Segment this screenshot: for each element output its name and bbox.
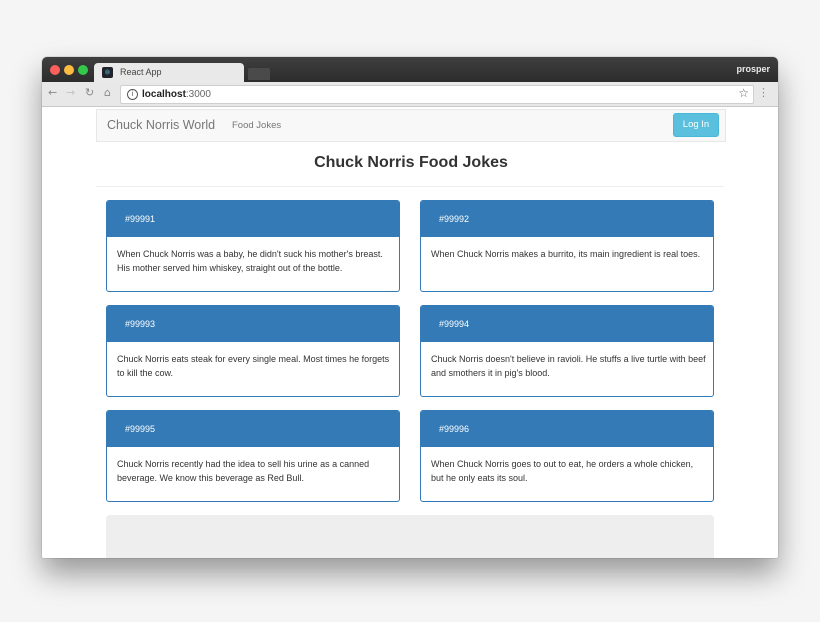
navbar-brand[interactable]: Chuck Norris World [107,118,215,132]
page-title: Chuck Norris Food Jokes [314,154,508,171]
joke-card: #99991 When Chuck Norris was a baby, he … [106,200,400,292]
url-text[interactable]: localhost:3000 [142,89,211,100]
joke-card-header: #99994 [421,306,713,342]
joke-text: When Chuck Norris goes to out to eat, he… [431,459,694,483]
tab-title: React App [120,67,162,77]
home-icon[interactable]: ⌂ [104,86,111,99]
maximize-window-button[interactable] [78,65,88,75]
joke-card: #99996 When Chuck Norris goes to out to … [420,410,714,502]
joke-text: Chuck Norris eats steak for every single… [117,354,390,378]
joke-text: Chuck Norris recently had the idea to se… [117,459,370,483]
close-window-button[interactable] [50,65,60,75]
joke-card-header: #99991 [107,201,399,237]
browser-window: ⚛ React App prosper ← → ↻ ⌂ i localhost:… [42,57,778,558]
info-icon[interactable]: i [127,89,138,100]
title-bar: ⚛ React App prosper [42,57,778,82]
joke-card: #99994 Chuck Norris doesn't believe in r… [420,305,714,397]
new-tab-button[interactable] [248,68,270,80]
star-icon[interactable]: ☆ [738,86,749,100]
joke-card-header: #99993 [107,306,399,342]
joke-id: #99996 [439,424,470,434]
forward-arrow-icon[interactable]: → [66,86,75,99]
joke-card: #99992 When Chuck Norris makes a burrito… [420,200,714,292]
browser-toolbar: ← → ↻ ⌂ i localhost:3000 ☆ ⋮ [42,82,778,107]
profile-name[interactable]: prosper [736,64,770,74]
nav-link-food-jokes[interactable]: Food Jokes [232,120,281,131]
joke-id: #99993 [125,319,156,329]
url-port: :3000 [185,89,211,100]
joke-card-header: #99996 [421,411,713,447]
joke-text: When Chuck Norris makes a burrito, its m… [431,249,701,259]
address-bar[interactable]: i localhost:3000 ☆ [120,85,754,104]
joke-card: #99995 Chuck Norris recently had the ide… [106,410,400,502]
footer-well [106,515,714,558]
joke-id: #99995 [125,424,156,434]
minimize-window-button[interactable] [64,65,74,75]
page-content: Chuck Norris World Food Jokes Log In Chu… [42,107,778,558]
joke-id: #99994 [439,319,470,329]
joke-card-header: #99992 [421,201,713,237]
react-logo-icon: ⚛ [102,67,113,78]
joke-text: When Chuck Norris was a baby, he didn't … [117,249,383,273]
kebab-menu-icon[interactable]: ⋮ [758,86,769,99]
joke-id: #99992 [439,214,470,224]
reload-icon[interactable]: ↻ [85,86,94,99]
browser-tab[interactable]: ⚛ React App [94,63,244,82]
login-button[interactable]: Log In [673,113,719,137]
navbar: Chuck Norris World Food Jokes Log In [96,109,726,142]
back-arrow-icon[interactable]: ← [48,86,57,99]
joke-text: Chuck Norris doesn't believe in ravioli.… [431,354,706,378]
joke-id: #99991 [125,214,156,224]
joke-card: #99993 Chuck Norris eats steak for every… [106,305,400,397]
joke-card-header: #99995 [107,411,399,447]
divider [96,186,724,187]
url-host: localhost [142,89,186,100]
